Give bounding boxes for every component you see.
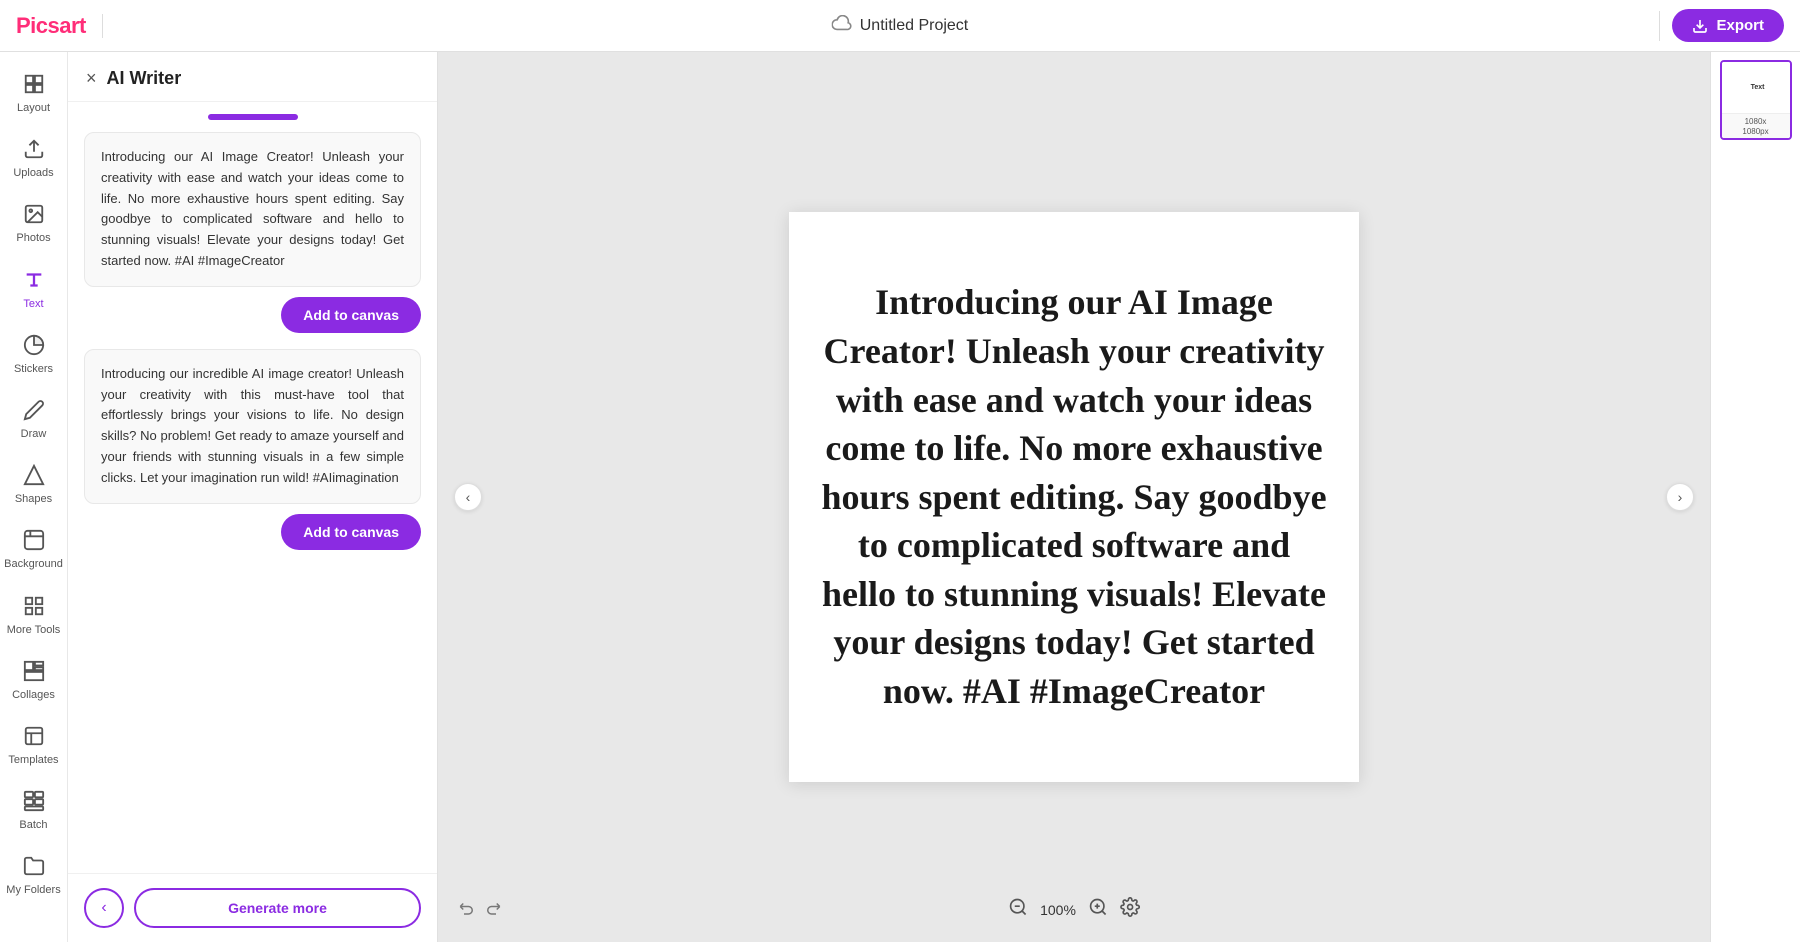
add-to-canvas-button-2[interactable]: Add to canvas	[281, 514, 421, 550]
sidebar-label-text: Text	[23, 298, 43, 311]
canvas-text: Introducing our AI Image Creator! Unleas…	[819, 278, 1329, 715]
main-content: Layout Uploads Photos Text Stickers	[0, 52, 1800, 942]
more-tools-icon	[20, 592, 48, 620]
canvas-board[interactable]: Introducing our AI Image Creator! Unleas…	[789, 212, 1359, 782]
sidebar-item-text[interactable]: Text	[0, 256, 68, 321]
cloud-icon	[832, 15, 852, 36]
result-text-2: Introducing our incredible AI image crea…	[101, 364, 404, 489]
sidebar-label-layout: Layout	[17, 102, 50, 115]
topbar-separator	[1659, 11, 1660, 41]
sidebar-label-photos: Photos	[16, 232, 50, 245]
export-button[interactable]: Export	[1672, 9, 1784, 42]
batch-icon	[20, 787, 48, 815]
sidebar-item-stickers[interactable]: Stickers	[0, 321, 68, 386]
panel-header: × AI Writer	[68, 52, 437, 102]
zoom-in-button[interactable]	[1088, 897, 1108, 922]
topbar: Picsart Untitled Project Export	[0, 0, 1800, 52]
sidebar-item-batch[interactable]: Batch	[0, 777, 68, 842]
thumbnail-card[interactable]: Text 1080x 1080px	[1720, 60, 1792, 140]
sidebar-item-background[interactable]: Background	[0, 516, 68, 581]
sidebar-label-more-tools: More Tools	[7, 624, 61, 637]
sidebar-label-my-folders: My Folders	[6, 884, 60, 897]
thumbnail-image: Text	[1722, 62, 1792, 114]
project-title[interactable]: Untitled Project	[860, 17, 969, 35]
collages-icon	[20, 657, 48, 685]
undo-redo-controls	[458, 899, 502, 922]
sidebar-label-collages: Collages	[12, 689, 55, 702]
logo-text: Picsart	[16, 13, 86, 39]
panel-close-button[interactable]: ×	[86, 68, 97, 89]
sidebar-label-shapes: Shapes	[15, 493, 52, 506]
panel-body: Introducing our AI Image Creator! Unleas…	[68, 102, 437, 873]
canvas-area: ‹ Introducing our AI Image Creator! Unle…	[438, 52, 1710, 942]
canvas-settings-button[interactable]	[1120, 897, 1140, 922]
topbar-center: Untitled Project	[832, 15, 969, 36]
result-text-1: Introducing our AI Image Creator! Unleas…	[101, 147, 404, 272]
add-canvas-row-2: Add to canvas	[84, 514, 421, 550]
generate-more-button[interactable]: Generate more	[134, 888, 421, 928]
sidebar-label-background: Background	[4, 558, 63, 571]
panel-top-bar-pill	[208, 114, 298, 120]
draw-icon	[20, 396, 48, 424]
sidebar-item-shapes[interactable]: Shapes	[0, 451, 68, 516]
zoom-out-button[interactable]	[1008, 897, 1028, 922]
photos-icon	[20, 200, 48, 228]
add-canvas-row-1: Add to canvas	[84, 297, 421, 333]
sidebar-label-batch: Batch	[19, 819, 47, 832]
redo-button[interactable]	[484, 899, 502, 922]
logo-area[interactable]: Picsart	[16, 13, 86, 39]
sidebar-label-stickers: Stickers	[14, 363, 53, 376]
undo-button[interactable]	[458, 899, 476, 922]
prev-button[interactable]: ‹	[84, 888, 124, 928]
sidebar-label-draw: Draw	[21, 428, 47, 441]
sidebar-item-draw[interactable]: Draw	[0, 386, 68, 451]
sidebar-item-uploads[interactable]: Uploads	[0, 125, 68, 190]
zoom-level: 100%	[1040, 902, 1076, 918]
sidebar-item-templates[interactable]: Templates	[0, 712, 68, 777]
folder-icon	[20, 852, 48, 880]
add-to-canvas-button-1[interactable]: Add to canvas	[281, 297, 421, 333]
topbar-right: Export	[1659, 9, 1784, 42]
stickers-icon	[20, 331, 48, 359]
panel-title: AI Writer	[107, 68, 182, 89]
canvas-bottom-controls: 100%	[1008, 897, 1140, 922]
sidebar-icons: Layout Uploads Photos Text Stickers	[0, 52, 68, 942]
background-icon	[20, 526, 48, 554]
sidebar-item-more-tools[interactable]: More Tools	[0, 582, 68, 647]
sidebar-label-templates: Templates	[8, 754, 58, 767]
uploads-icon	[20, 135, 48, 163]
panel-footer: ‹ Generate more	[68, 873, 437, 942]
thumbnail-size-label: 1080x 1080px	[1722, 114, 1790, 138]
canvas-arrow-left[interactable]: ‹	[454, 483, 482, 511]
ai-writer-panel: × AI Writer Introducing our AI Image Cre…	[68, 52, 438, 942]
text-icon	[20, 266, 48, 294]
right-panel: Text 1080x 1080px	[1710, 52, 1800, 942]
sidebar-item-my-folders[interactable]: My Folders	[0, 842, 68, 907]
panel-top-bar	[84, 114, 421, 120]
result-card-1: Introducing our AI Image Creator! Unleas…	[84, 132, 421, 287]
result-card-2: Introducing our incredible AI image crea…	[84, 349, 421, 504]
topbar-divider	[102, 14, 103, 38]
sidebar-item-collages[interactable]: Collages	[0, 647, 68, 712]
layout-icon	[20, 70, 48, 98]
sidebar-label-uploads: Uploads	[13, 167, 53, 180]
canvas-arrow-right[interactable]: ›	[1666, 483, 1694, 511]
shapes-icon	[20, 461, 48, 489]
sidebar-item-photos[interactable]: Photos	[0, 190, 68, 255]
templates-icon	[20, 722, 48, 750]
sidebar-item-layout[interactable]: Layout	[0, 60, 68, 125]
